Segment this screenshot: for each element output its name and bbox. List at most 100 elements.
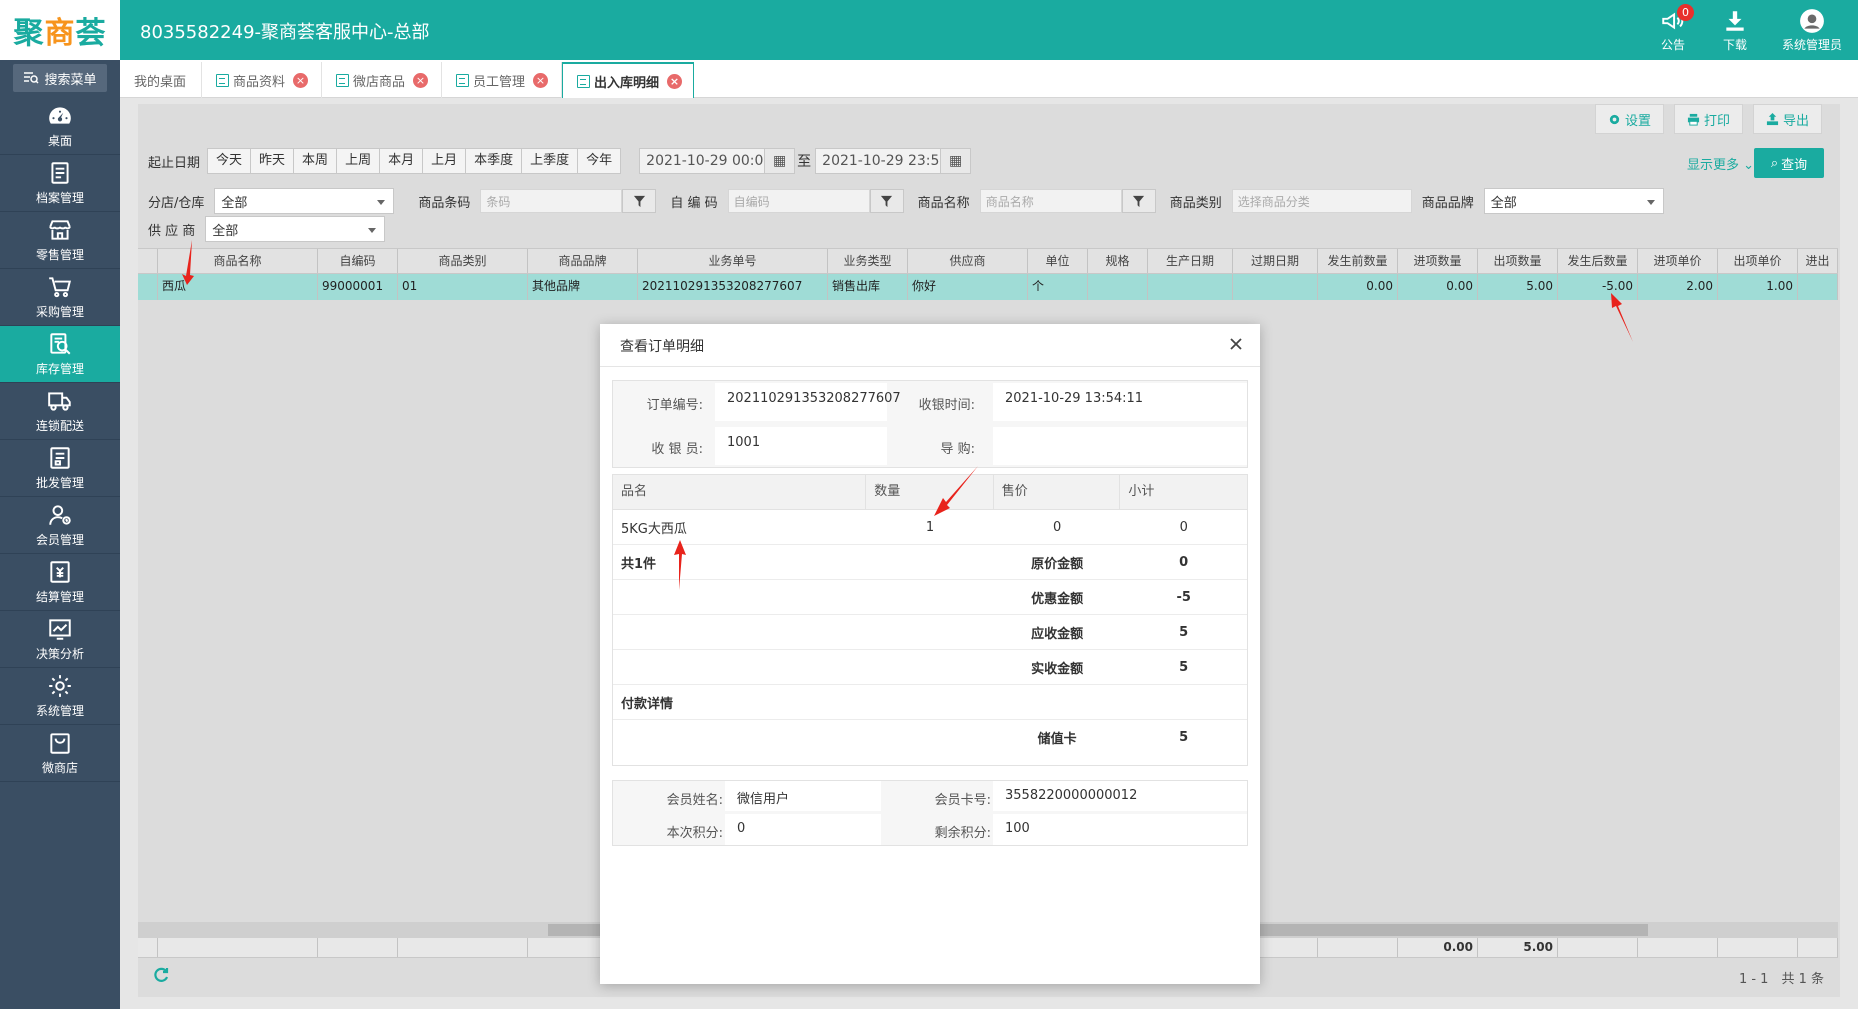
date-range-label: 起止日期 <box>148 155 201 171</box>
quick-date-this-month[interactable]: 本月 <box>379 148 424 174</box>
summary-row: 共1件 原价金额 0 <box>613 545 1247 580</box>
quick-date-last-month[interactable]: 上月 <box>422 148 467 174</box>
product-name-input[interactable]: 商品名称 <box>979 189 1122 213</box>
archive-icon <box>51 162 69 184</box>
query-button[interactable]: ⌕ 查询 <box>1754 148 1824 178</box>
shop-bag-icon <box>50 733 70 754</box>
logo: 聚商荟 <box>0 0 120 60</box>
quick-date-today[interactable]: 今天 <box>207 148 252 174</box>
close-icon[interactable] <box>1228 336 1244 352</box>
tab-stock-in-out-detail[interactable]: 出入库明细 × <box>562 62 694 98</box>
filter-icon <box>1133 195 1145 207</box>
cart-icon <box>49 277 71 298</box>
payment-detail-heading: 付款详情 <box>613 685 1247 720</box>
sidebar-item-wholesale[interactable]: 批发管理 <box>0 440 120 497</box>
filter-icon <box>881 195 893 207</box>
date-from-input[interactable]: 2021-10-29 00:00 ▦ <box>639 148 796 174</box>
table-row[interactable]: 西瓜 99000001 01 其他品牌 20211029135320827760… <box>138 274 1838 300</box>
sidebar: 搜索菜单 桌面 档案管理 零售管理 采购管理 库存管理 连锁配送 批发管理 会员… <box>0 60 120 1009</box>
gear-icon <box>1609 114 1620 124</box>
show-more-link[interactable]: 显示更多 ⌄ <box>1687 154 1754 173</box>
document-icon <box>577 74 590 88</box>
truck-icon <box>48 392 71 411</box>
sidebar-item-desktop[interactable]: 桌面 <box>0 98 120 155</box>
member-info-section: 会员姓名: 微信用户 会员卡号: 3558220000000012 本次积分: … <box>612 780 1248 846</box>
branch-select[interactable]: 全部 <box>214 188 395 214</box>
close-icon[interactable]: × <box>413 72 429 88</box>
close-icon[interactable]: × <box>533 72 549 88</box>
sidebar-item-archive[interactable]: 档案管理 <box>0 155 120 212</box>
sidebar-item-micro-shop[interactable]: 微商店 <box>0 725 120 782</box>
tab-staff-management[interactable]: 员工管理 × <box>442 62 562 98</box>
order-number-link[interactable]: 202110291353208277607 <box>638 274 828 300</box>
remaining-points-value: 100 <box>993 814 1247 845</box>
sidebar-item-retail[interactable]: 零售管理 <box>0 212 120 269</box>
quick-date-yesterday[interactable]: 昨天 <box>250 148 295 174</box>
refresh-icon[interactable] <box>152 966 170 984</box>
close-icon[interactable]: × <box>293 72 309 88</box>
download-button[interactable]: 下载 <box>1704 0 1766 60</box>
tab-micro-shop-products[interactable]: 微店商品 × <box>322 62 442 98</box>
red-arrow-annotation <box>934 466 978 516</box>
user-menu[interactable]: 系统管理员 <box>1766 0 1858 60</box>
filter-button[interactable] <box>622 189 657 213</box>
download-icon <box>1726 10 1744 31</box>
calendar-icon[interactable]: ▦ <box>940 149 971 173</box>
avatar-icon <box>1800 8 1824 33</box>
sidebar-item-inventory[interactable]: 库存管理 <box>0 326 120 383</box>
printer-icon <box>1687 113 1700 126</box>
quick-date-last-quarter[interactable]: 上季度 <box>521 148 579 174</box>
dialog-title: 查看订单明细 <box>620 339 704 355</box>
summary-row: 优惠金额 -5 <box>613 580 1247 615</box>
tab-my-desktop[interactable]: 我的桌面 <box>120 62 202 98</box>
quick-date-group: 今天 昨天 本周 上周 本月 上月 本季度 上季度 今年 <box>207 148 622 174</box>
date-to-input[interactable]: 2021-10-29 23:59 ▦ <box>815 148 972 174</box>
sidebar-item-system[interactable]: 系统管理 <box>0 668 120 725</box>
order-number-value: 202110291353208277607 <box>715 383 901 421</box>
print-button[interactable]: 打印 <box>1673 104 1743 134</box>
filter-icon <box>633 195 645 207</box>
supplier-select[interactable]: 全部 <box>205 216 386 242</box>
quick-date-this-week[interactable]: 本周 <box>293 148 338 174</box>
order-info-section: 订单编号: 202110291353208277607 收银时间: 2021-1… <box>612 380 1248 468</box>
red-arrow-annotation <box>182 240 194 285</box>
page-info: 1 - 1 共 1 条 <box>1738 972 1824 987</box>
sidebar-item-analysis[interactable]: 决策分析 <box>0 611 120 668</box>
filter-button[interactable] <box>1121 189 1156 213</box>
quick-date-this-year[interactable]: 今年 <box>577 148 622 174</box>
category-input[interactable]: 选择商品分类 <box>1231 189 1412 213</box>
sidebar-item-purchase[interactable]: 采购管理 <box>0 269 120 326</box>
menu-search-icon <box>24 72 40 84</box>
table-header: 商品名称 自编码 商品类别 商品品牌 业务单号 业务类型 供应商 单位 规格 生… <box>138 248 1838 274</box>
filter-button[interactable] <box>869 189 904 213</box>
document-icon <box>336 73 349 87</box>
quick-date-last-week[interactable]: 上周 <box>336 148 381 174</box>
barcode-input[interactable]: 条码 <box>480 189 623 213</box>
export-button[interactable]: 导出 <box>1752 104 1822 134</box>
inventory-icon <box>50 333 71 355</box>
points-value: 0 <box>725 814 881 845</box>
tab-product-info[interactable]: 商品资料 × <box>202 62 322 98</box>
stock-detail-table: 商品名称 自编码 商品类别 商品品牌 业务单号 业务类型 供应商 单位 规格 生… <box>138 248 1838 300</box>
dashboard-icon <box>49 107 71 124</box>
search-menu-button[interactable]: 搜索菜单 <box>13 64 107 92</box>
sidebar-item-member[interactable]: 会员管理 <box>0 497 120 554</box>
summary-row: 实收金额 5 <box>613 650 1247 685</box>
sidebar-item-chain-delivery[interactable]: 连锁配送 <box>0 383 120 440</box>
notice-button[interactable]: 公告 0 <box>1642 0 1704 60</box>
cash-time-value: 2021-10-29 13:54:11 <box>993 383 1247 421</box>
settings-button[interactable]: 设置 <box>1594 104 1664 134</box>
analysis-icon <box>49 619 71 640</box>
member-icon <box>49 505 71 525</box>
selfcode-input[interactable]: 自编码 <box>727 189 870 213</box>
payment-row: 储值卡 5 <box>1037 730 1189 747</box>
quick-date-this-quarter[interactable]: 本季度 <box>465 148 523 174</box>
member-card-value: 3558220000000012 <box>993 781 1247 811</box>
red-arrow-annotation <box>674 540 686 590</box>
sidebar-item-settlement[interactable]: 结算管理 <box>0 554 120 611</box>
red-arrow-annotation <box>1611 293 1633 342</box>
brand-select[interactable]: 全部 <box>1483 188 1664 214</box>
tab-bar: 我的桌面 商品资料 × 微店商品 × 员工管理 × 出入库明细 × <box>120 60 1858 98</box>
calendar-icon[interactable]: ▦ <box>764 149 795 173</box>
close-icon[interactable]: × <box>667 73 683 89</box>
